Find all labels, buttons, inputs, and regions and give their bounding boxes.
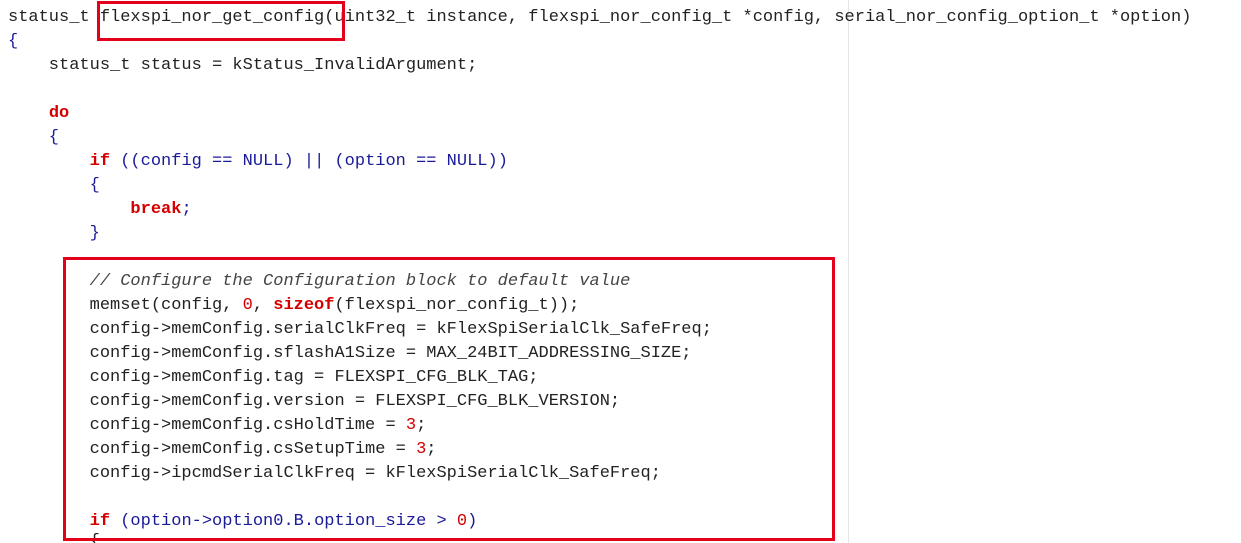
code-token: config->memConfig.tag = FLEXSPI_CFG_BLK_… xyxy=(8,368,539,387)
code-line: do xyxy=(8,102,69,126)
code-token: ; xyxy=(426,440,437,459)
code-line: config->memConfig.serialClkFreq = kFlexS… xyxy=(8,318,712,342)
code-token: 0 xyxy=(456,512,468,531)
code-line: config->memConfig.csSetupTime = 3; xyxy=(8,438,437,462)
code-token: config->memConfig.sflashA1Size = MAX_24B… xyxy=(8,344,692,363)
code-line: } xyxy=(8,222,100,246)
print-margin-guide xyxy=(848,0,849,543)
code-line: break; xyxy=(8,198,192,222)
code-line: config->memConfig.csHoldTime = 3; xyxy=(8,414,427,438)
code-token: ((config == NULL) || (option == NULL)) xyxy=(110,152,508,171)
code-line: memset(config, 0, sizeof(flexspi_nor_con… xyxy=(8,294,580,318)
code-line: if ((config == NULL) || (option == NULL)… xyxy=(8,150,508,174)
code-line: config->memConfig.version = FLEXSPI_CFG_… xyxy=(8,390,621,414)
code-token: 0 xyxy=(242,296,253,315)
code-token: (option->option0.B.option_size > xyxy=(110,512,457,531)
code-token: 3 xyxy=(405,416,417,435)
code-token: ; xyxy=(416,416,427,435)
code-line: status_t status = kStatus_InvalidArgumen… xyxy=(8,54,477,78)
code-token: if xyxy=(89,512,111,531)
code-token: memset(config, xyxy=(8,296,243,315)
code-token: config->ipcmdSerialClkFreq = kFlexSpiSer… xyxy=(8,464,661,483)
code-token: status_t flexspi_nor_get_config(uint32_t… xyxy=(8,8,1192,27)
code-token: { xyxy=(8,32,19,51)
code-token: (flexspi_nor_config_t)); xyxy=(334,296,580,315)
code-token: break xyxy=(130,200,182,219)
code-line: status_t flexspi_nor_get_config(uint32_t… xyxy=(8,6,1191,30)
code-token: sizeof xyxy=(273,296,335,315)
code-line: // Configure the Configuration block to … xyxy=(8,270,631,294)
code-line: config->ipcmdSerialClkFreq = kFlexSpiSer… xyxy=(8,462,661,486)
code-line: { xyxy=(8,126,59,150)
code-line: { xyxy=(8,30,18,54)
clipped-code-line-top: // ... xyxy=(8,0,69,2)
code-token: status_t status = kStatus_InvalidArgumen… xyxy=(8,56,478,75)
code-line: { xyxy=(8,174,100,198)
code-token: config->memConfig.csSetupTime = xyxy=(8,440,417,459)
code-token: // Configure the Configuration block to … xyxy=(8,272,631,291)
code-token: if xyxy=(89,152,111,171)
code-screenshot: // ... status_t flexspi_nor_get_config(u… xyxy=(0,0,1241,543)
code-line: config->memConfig.sflashA1Size = MAX_24B… xyxy=(8,342,692,366)
code-token: ) xyxy=(467,512,478,531)
code-token: do xyxy=(48,104,70,123)
clipped-code-line-bottom: { xyxy=(8,532,100,543)
code-line: config->memConfig.tag = FLEXSPI_CFG_BLK_… xyxy=(8,366,539,390)
code-token: 3 xyxy=(416,440,427,459)
code-token: } xyxy=(8,224,100,243)
code-token: config->memConfig.serialClkFreq = kFlexS… xyxy=(8,320,712,339)
code-token: ; xyxy=(181,200,192,219)
code-token: config->memConfig.csHoldTime = xyxy=(8,416,406,435)
code-token: { xyxy=(8,176,100,195)
code-token: config->memConfig.version = FLEXSPI_CFG_… xyxy=(8,392,621,411)
code-token: , xyxy=(252,296,274,315)
code-token: { xyxy=(8,128,60,147)
